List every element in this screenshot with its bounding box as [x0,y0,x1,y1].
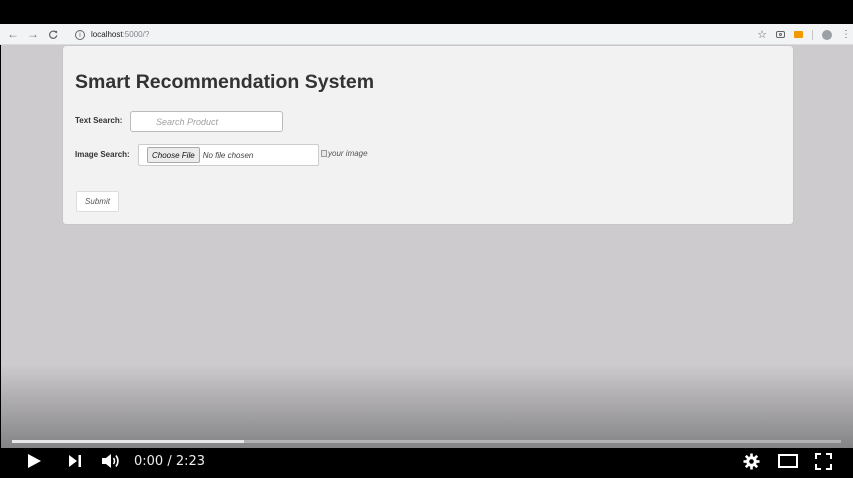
file-status-text: No file chosen [202,150,254,160]
choose-file-button[interactable]: Choose File [147,147,200,163]
star-icon[interactable]: ☆ [757,28,767,41]
reload-icon[interactable] [43,24,63,45]
broken-image-icon [321,150,327,157]
theater-icon[interactable] [778,448,798,474]
camera-icon[interactable] [776,31,785,38]
file-input[interactable]: Choose File No file chosen [138,144,319,166]
extension-icon[interactable] [794,31,803,38]
search-form-panel: Smart Recommendation System Text Search:… [63,46,793,224]
toolbar-divider [812,29,813,40]
url-path: :5000/? [122,30,150,39]
menu-icon[interactable]: ⋮ [841,29,851,40]
video-top-border [0,0,853,24]
video-progress-fill [12,440,245,443]
info-icon[interactable]: i [75,29,85,40]
fullscreen-icon[interactable] [815,448,832,474]
settings-icon[interactable] [743,448,760,474]
address-bar[interactable]: i localhost:5000/? [66,27,756,42]
volume-icon[interactable] [101,448,121,474]
image-alt-text: your image [328,149,368,158]
search-input[interactable] [130,111,283,132]
play-icon[interactable] [26,448,42,474]
time-display: 0:00 / 2:23 [134,453,206,469]
video-controls: 0:00 / 2:23 [0,448,853,478]
page-title: Smart Recommendation System [75,71,375,93]
page-viewport: Smart Recommendation System Text Search:… [1,45,853,454]
text-search-label: Text Search: [75,116,123,125]
profile-icon[interactable] [822,29,832,40]
video-progress-bar[interactable] [12,440,841,443]
url-host: localhost [91,30,123,39]
forward-icon[interactable]: → [23,24,43,45]
image-search-label: Image Search: [75,150,130,159]
browser-toolbar: ← → i localhost:5000/? ☆ ⋮ [0,24,853,45]
toolbar-icons: ☆ ⋮ [757,27,851,42]
submit-button[interactable]: Submit [76,191,119,212]
image-preview: your image [321,149,368,158]
back-icon[interactable]: ← [3,24,23,45]
next-icon[interactable] [68,448,82,474]
